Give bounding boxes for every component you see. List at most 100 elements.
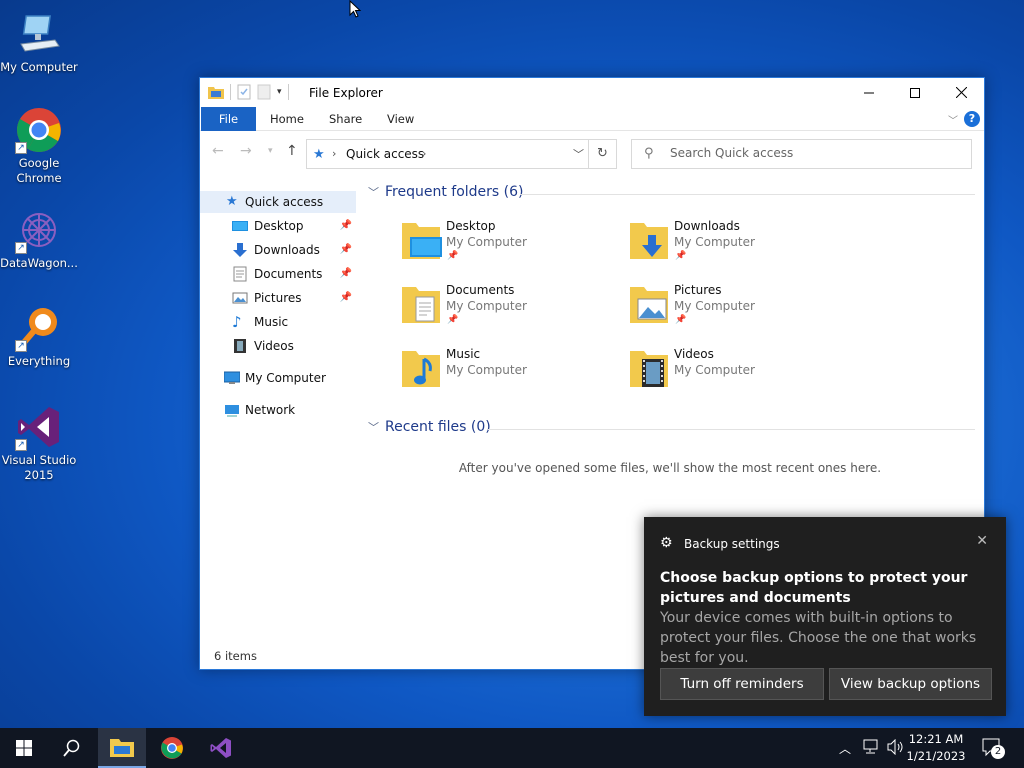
- taskbar-google-chrome[interactable]: [148, 728, 196, 768]
- backup-notification-toast[interactable]: ⚙ Backup settings ✕ Choose backup option…: [644, 517, 1006, 716]
- chrome-icon: [161, 737, 183, 759]
- nav-item-label: Network: [245, 403, 296, 417]
- show-hidden-icons-chevron-icon[interactable]: ︿: [839, 740, 851, 768]
- expand-ribbon-chevron-icon[interactable]: ﹀: [948, 112, 958, 127]
- close-icon: [955, 87, 967, 98]
- tab-home[interactable]: Home: [270, 107, 304, 131]
- back-button[interactable]: ←: [212, 143, 224, 159]
- windows-logo-icon: [16, 740, 32, 756]
- nav-item-label: Quick access: [245, 195, 324, 209]
- desktop-icon-datawagon[interactable]: ↗ DataWagon...: [0, 206, 78, 271]
- frequent-folder-desktop[interactable]: Desktop My Computer 📌: [400, 219, 620, 277]
- nav-item-documents[interactable]: Documents 📌: [200, 263, 356, 285]
- frequent-folder-music[interactable]: Music My Computer: [400, 347, 620, 405]
- pictures-icon: [232, 292, 248, 304]
- pin-icon[interactable]: 📌: [340, 239, 352, 261]
- toast-app-name: Backup settings: [684, 537, 780, 551]
- music-note-icon: ♪: [232, 313, 242, 331]
- nav-item-label: My Computer: [245, 371, 326, 385]
- music-folder-icon: [402, 351, 440, 387]
- desktop-icon-label: Everything: [7, 354, 71, 368]
- nav-item-my-computer[interactable]: My Computer: [200, 367, 356, 389]
- clock-date: 1/21/2023: [906, 749, 966, 763]
- volume-tray-icon[interactable]: [886, 738, 904, 768]
- file-explorer-icon: [110, 739, 134, 757]
- frequent-folders-header[interactable]: ﹀ Frequent folders (6): [368, 184, 524, 204]
- videos-folder-icon: [630, 351, 668, 387]
- toast-body: Your device comes with built-in options …: [660, 610, 977, 666]
- refresh-button[interactable]: ↻: [588, 140, 616, 168]
- breadcrumb-chevron-icon[interactable]: ›: [422, 147, 426, 160]
- pin-icon: 📌: [447, 315, 459, 325]
- desktop-icon-visual-studio[interactable]: ↗ Visual Studio 2015: [0, 403, 78, 483]
- folder-location: My Computer: [674, 363, 755, 377]
- search-button[interactable]: [48, 728, 96, 768]
- address-dropdown-chevron-icon[interactable]: ﹀: [573, 146, 584, 162]
- nav-item-pictures[interactable]: Pictures 📌: [200, 287, 356, 309]
- pin-icon[interactable]: 📌: [340, 263, 352, 285]
- action-center-button[interactable]: 2: [982, 738, 1005, 768]
- desktop-icon-my-computer[interactable]: My Computer: [0, 10, 78, 75]
- nav-item-label: Desktop: [254, 219, 304, 233]
- minimize-button[interactable]: [846, 78, 892, 107]
- computer-icon: [224, 371, 240, 384]
- start-button[interactable]: [0, 728, 48, 768]
- tab-share[interactable]: Share: [329, 107, 362, 131]
- pin-icon[interactable]: 📌: [340, 215, 352, 237]
- gear-icon: ⚙: [660, 535, 673, 551]
- desktop-icon-google-chrome[interactable]: ↗ Google Chrome: [0, 106, 78, 186]
- forward-button[interactable]: →: [240, 143, 252, 159]
- maximize-button[interactable]: [892, 78, 938, 107]
- up-button[interactable]: ↑: [286, 143, 298, 159]
- tab-view[interactable]: View: [387, 107, 414, 131]
- tab-file[interactable]: File: [201, 107, 256, 131]
- divider: [488, 429, 975, 430]
- section-title: Frequent folders (6): [385, 184, 524, 200]
- turn-off-reminders-button[interactable]: Turn off reminders: [660, 668, 824, 700]
- navigation-pane: ★ Quick access Desktop 📌 Downloads 📌 Doc…: [200, 191, 356, 651]
- search-icon: ⚲: [644, 146, 654, 161]
- frequent-folder-videos[interactable]: Videos My Computer: [628, 347, 848, 405]
- recent-files-header[interactable]: ﹀ Recent files (0): [368, 419, 491, 439]
- toast-close-button[interactable]: ✕: [976, 533, 988, 549]
- folder-name: Pictures: [674, 283, 722, 297]
- nav-item-network[interactable]: Network: [200, 399, 356, 421]
- new-folder-icon[interactable]: [257, 84, 271, 100]
- breadcrumb-quick-access[interactable]: Quick access: [346, 147, 424, 161]
- search-box[interactable]: ⚲: [631, 139, 972, 169]
- customize-toolbar-chevron-icon[interactable]: ▾: [277, 87, 282, 97]
- address-bar[interactable]: ★ › Quick access › ﹀ ↻: [306, 139, 617, 169]
- frequent-folder-downloads[interactable]: Downloads My Computer 📌: [628, 219, 848, 277]
- folder-location: My Computer: [674, 299, 755, 313]
- view-backup-options-button[interactable]: View backup options: [829, 668, 992, 700]
- title-bar[interactable]: ▾ File Explorer: [200, 78, 984, 107]
- nav-item-label: Videos: [254, 339, 294, 353]
- breadcrumb-chevron-icon[interactable]: ›: [332, 147, 336, 160]
- frequent-folder-documents[interactable]: Documents My Computer 📌: [400, 283, 620, 341]
- properties-icon[interactable]: [237, 84, 251, 100]
- taskbar-visual-studio[interactable]: [197, 728, 245, 768]
- nav-item-downloads[interactable]: Downloads 📌: [200, 239, 356, 261]
- nav-item-videos[interactable]: Videos: [200, 335, 356, 357]
- recent-locations-chevron-icon[interactable]: ▾: [268, 146, 273, 156]
- computer-icon: [15, 10, 63, 58]
- desktop-icon-everything[interactable]: ↗ Everything: [0, 304, 78, 369]
- folder-icon[interactable]: [208, 85, 224, 99]
- frequent-folder-pictures[interactable]: Pictures My Computer 📌: [628, 283, 848, 341]
- pin-icon[interactable]: 📌: [340, 287, 352, 309]
- taskbar-file-explorer[interactable]: [98, 728, 146, 768]
- close-button[interactable]: [938, 78, 984, 107]
- nav-item-label: Music: [254, 315, 289, 329]
- collapse-chevron-icon: ﹀: [368, 186, 379, 199]
- search-input[interactable]: [670, 146, 960, 160]
- folder-location: My Computer: [674, 235, 755, 249]
- nav-item-quick-access[interactable]: ★ Quick access: [200, 191, 356, 213]
- network-tray-icon[interactable]: [862, 739, 880, 768]
- clock[interactable]: 12:21 AM 1/21/2023: [906, 731, 966, 765]
- nav-item-desktop[interactable]: Desktop 📌: [200, 215, 356, 237]
- network-icon: [225, 405, 239, 417]
- nav-item-music[interactable]: ♪ Music: [200, 311, 356, 333]
- folder-location: My Computer: [446, 299, 527, 313]
- help-icon[interactable]: ?: [964, 111, 980, 127]
- toast-headline: Choose backup options to protect your pi…: [660, 570, 968, 606]
